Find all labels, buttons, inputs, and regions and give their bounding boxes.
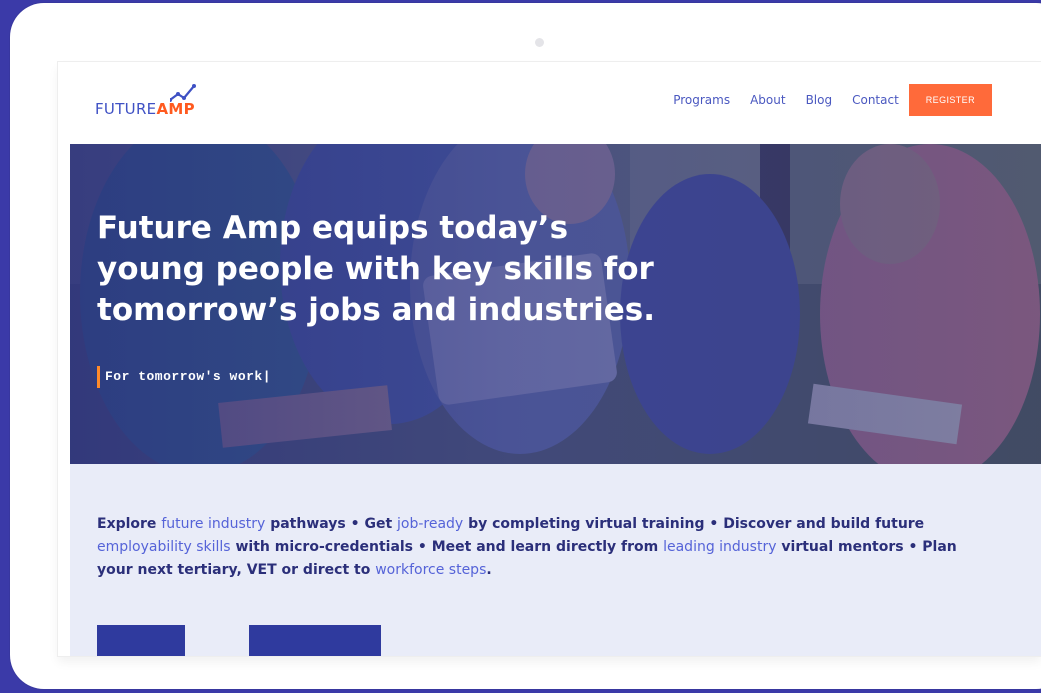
secondary-cta-button[interactable] bbox=[249, 625, 381, 656]
intro-text-segment: by completing virtual training • Discove… bbox=[463, 516, 925, 532]
intro-highlight: employability skills bbox=[97, 539, 231, 555]
hero-title: Future Amp equips today’s young people w… bbox=[97, 210, 655, 328]
intro-highlight: workforce steps bbox=[375, 562, 487, 578]
typing-text: For tomorrow's work bbox=[105, 369, 263, 384]
intro-text-segment: . bbox=[486, 562, 492, 578]
website-screen: FUTUREAMP Programs About Blog Contact RE… bbox=[58, 62, 1041, 656]
hero-banner: Future Amp equips today’s young people w… bbox=[70, 144, 1041, 464]
intro-text-segment: pathways • Get bbox=[265, 516, 398, 532]
intro-text-segment: with micro-credentials • Meet and learn … bbox=[230, 539, 664, 555]
intro-section: Explore future industry pathways • Get j… bbox=[70, 464, 1041, 656]
nav-blog[interactable]: Blog bbox=[806, 93, 833, 107]
logo-text-future: FUTURE bbox=[95, 100, 157, 118]
primary-cta-button[interactable] bbox=[97, 625, 185, 656]
nav-contact[interactable]: Contact bbox=[852, 93, 899, 107]
main-nav: Programs About Blog Contact REGISTER bbox=[653, 84, 992, 116]
nav-programs[interactable]: Programs bbox=[673, 93, 730, 107]
trend-chart-icon bbox=[170, 84, 196, 102]
intro-paragraph: Explore future industry pathways • Get j… bbox=[97, 513, 997, 582]
intro-highlight: job-ready bbox=[397, 516, 464, 532]
nav-about[interactable]: About bbox=[750, 93, 785, 107]
typing-cursor: | bbox=[262, 369, 272, 384]
typing-tagline: For tomorrow's work| bbox=[97, 366, 271, 388]
camera-dot bbox=[535, 38, 544, 47]
intro-highlight: leading industry bbox=[663, 539, 777, 555]
intro-highlight: future industry bbox=[161, 516, 266, 532]
intro-text-segment: Explore bbox=[97, 516, 162, 532]
register-button[interactable]: REGISTER bbox=[908, 84, 992, 116]
